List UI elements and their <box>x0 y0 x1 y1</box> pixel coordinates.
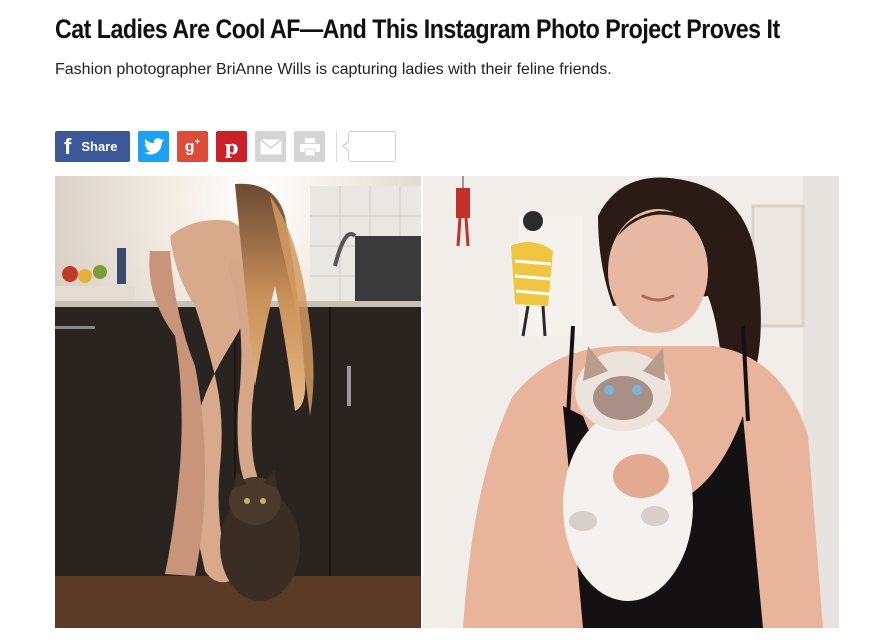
pinterest-share-button[interactable]: p <box>216 131 247 162</box>
twitter-share-button[interactable] <box>138 131 169 162</box>
share-divider <box>336 131 337 162</box>
article-headline: Cat Ladies Are Cool AF—And This Instagra… <box>55 14 780 44</box>
print-button[interactable] <box>294 131 325 162</box>
article-photo-right <box>423 176 839 628</box>
email-icon <box>260 138 281 154</box>
facebook-share-button[interactable]: f Share <box>55 131 130 162</box>
print-icon <box>299 137 320 156</box>
twitter-icon <box>143 138 164 155</box>
pinterest-icon: p <box>224 134 239 159</box>
article-photo-left <box>55 176 421 628</box>
facebook-share-label: Share <box>81 139 118 154</box>
google-plus-share-button[interactable]: g+ <box>177 131 208 162</box>
facebook-icon: f <box>64 134 72 159</box>
email-share-button[interactable] <box>255 131 286 162</box>
google-plus-icon: g+ <box>184 136 201 156</box>
share-bar: f Share g+ p <box>55 131 396 162</box>
share-count-bubble <box>342 131 396 162</box>
article-dek: Fashion photographer BriAnne Wills is ca… <box>55 61 612 78</box>
